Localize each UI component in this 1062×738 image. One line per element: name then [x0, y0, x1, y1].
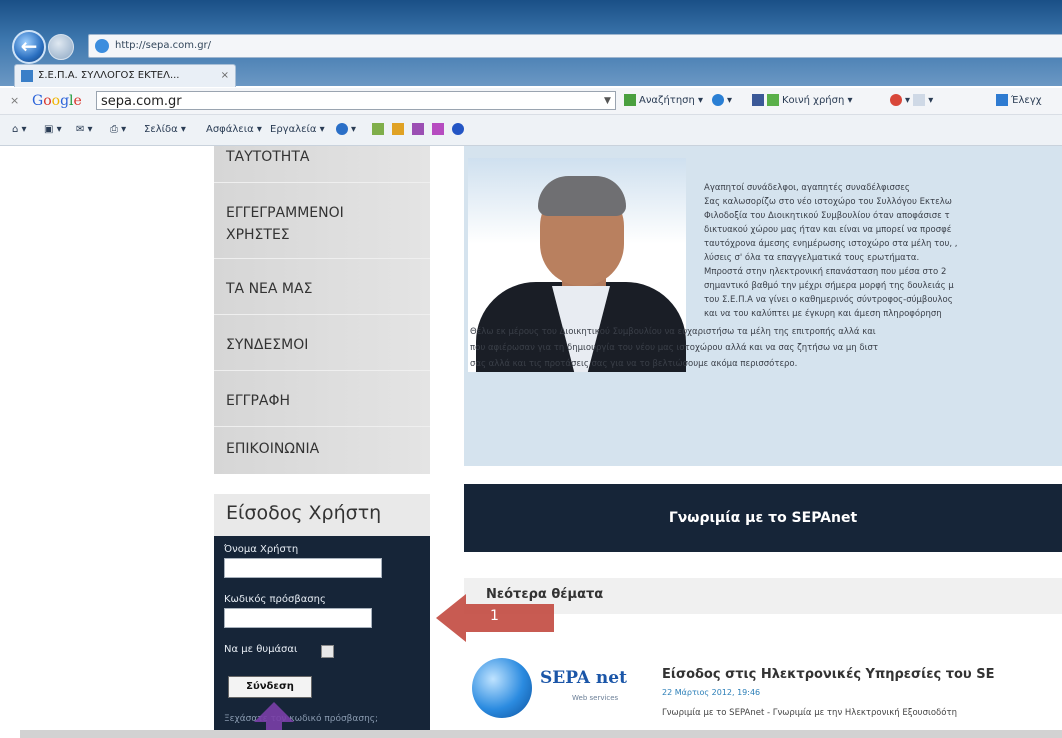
username-label: Όνομα Χρήστη — [224, 544, 299, 555]
google-logo: Google — [32, 93, 82, 109]
menu-item-identity[interactable]: ΤΑΥΤΟΤΗΤΑ — [226, 146, 309, 168]
welcome-line: Σας καλωσορίζω στο νέο ιστοχώρο του Συλλ… — [704, 197, 952, 207]
forgot-password-link[interactable]: Ξεχάσατε τον κωδικό πρόσβασης; — [224, 714, 378, 724]
globe-icon — [472, 658, 532, 718]
google-check-button[interactable]: Έλεγχ — [996, 88, 1041, 114]
snap-icon[interactable] — [432, 115, 447, 145]
browser-titlebar: ← http://sepa.com.gr/ Σ.Ε.Π.Α. ΣΥΛΛΟΓΟΣ … — [0, 0, 1062, 87]
menu-divider — [214, 258, 430, 259]
address-bar[interactable]: http://sepa.com.gr/ — [88, 34, 1062, 58]
spellcheck-icon — [996, 94, 1008, 106]
welcome-line: του Σ.Ε.Π.Α να γίνει ο καθημερινός σύντρ… — [704, 295, 953, 305]
web-page: ΤΑΥΤΟΤΗΤΑ ΕΓΓΕΓΡΑΜΜΕΝΟΙ ΧΡΗΣΤΕΣ ΤΑ ΝΕΑ Μ… — [0, 146, 1062, 738]
command-bar: ⌂ ▾ ▣ ▾ ✉ ▾ ⎙ ▾ Σελίδα ▾ Ασφάλεια ▾ Εργα… — [0, 115, 1062, 146]
safety-menu[interactable]: Ασφάλεια ▾ — [206, 115, 262, 145]
google-search-input[interactable]: sepa.com.gr — [96, 91, 616, 110]
news-date: 22 Μάρτιος 2012, 19:46 — [662, 688, 761, 697]
onenote-icon[interactable] — [412, 115, 427, 145]
mail-icon — [913, 94, 926, 106]
help-icon[interactable]: ▾ — [336, 115, 356, 145]
menu-item-users[interactable]: ΧΡΗΣΤΕΣ — [226, 224, 290, 246]
remember-label: Να με θυμάσαι — [224, 644, 298, 655]
bottom-overlay-bar — [20, 730, 1062, 738]
back-button[interactable]: ← — [12, 30, 46, 64]
ie-page-icon — [95, 39, 109, 53]
login-header: Είσοδος Χρήστη — [214, 494, 430, 536]
menu-item-news[interactable]: ΤΑ ΝΕΑ ΜΑΣ — [226, 278, 312, 300]
menu-item-links[interactable]: ΣΥΝΔΕΣΜΟΙ — [226, 334, 308, 356]
google-extra-button[interactable]: ▾ ▾ — [890, 88, 933, 114]
forward-button[interactable] — [48, 34, 74, 60]
menu-divider — [214, 182, 430, 183]
menu-divider — [214, 314, 430, 315]
tab-close-icon[interactable]: × — [221, 65, 229, 87]
annotation-arrow: 1 — [436, 594, 556, 642]
login-title: Είσοδος Χρήστη — [226, 502, 382, 524]
menu-divider — [214, 370, 430, 371]
login-form: Όνομα Χρήστη Κωδικός πρόσβασης Να με θυμ… — [214, 536, 430, 738]
welcome-line: λύσεις σ' όλα τα επαγγελματικά τους ερωτ… — [704, 253, 920, 263]
welcome-line: σας αλλά και τις προτάσεις σας για να το… — [470, 359, 798, 369]
diamond-icon — [712, 94, 724, 106]
sepanet-logo[interactable]: SEPA net Web services — [462, 656, 640, 722]
annotation-number: 1 — [490, 608, 499, 624]
facebook-icon — [752, 94, 764, 106]
password-label: Κωδικός πρόσβασης — [224, 594, 326, 605]
welcome-line: Φιλοδοξία του Διοικητικού Συμβουλίου ότα… — [704, 211, 950, 221]
welcome-line: και να του καλύπτει με έγκυρη και άμεση … — [704, 309, 942, 319]
welcome-line: Θέλω εκ μέρους του Διοικητικού Συμβουλίο… — [470, 327, 876, 337]
welcome-line: που αφιέρωσαν για τη δημιουργία του νέου… — [470, 343, 878, 353]
remember-checkbox[interactable] — [321, 645, 334, 658]
mail-icon[interactable]: ✉ ▾ — [76, 115, 93, 145]
news-description: Γνωριμία με το SEPAnet - Γνωριμία με την… — [662, 708, 957, 718]
block-icon — [890, 94, 902, 106]
addon-icon[interactable] — [372, 115, 387, 145]
welcome-line: Αγαπητοί συνάδελφοι, αγαπητές συναδέλφισ… — [704, 183, 910, 193]
president-photo — [468, 158, 686, 372]
search-icon — [624, 94, 636, 106]
google-share-button[interactable]: Κοινή χρήση ▾ — [752, 88, 853, 114]
tools-menu[interactable]: Εργαλεία ▾ — [270, 115, 325, 145]
page-menu[interactable]: Σελίδα ▾ — [144, 115, 186, 145]
google-toolbar: × Google sepa.com.gr ▼ Αναζήτηση ▾ ▾ Κοι… — [0, 88, 1062, 115]
sepanet-banner[interactable]: Γνωριμία με το SEPAnet — [464, 484, 1062, 552]
side-menu: ΤΑΥΤΟΤΗΤΑ ΕΓΓΕΓΡΑΜΜΕΝΟΙ ΧΡΗΣΤΕΣ ΤΑ ΝΕΑ Μ… — [214, 146, 430, 474]
tab-title: Σ.Ε.Π.Α. ΣΥΛΛΟΓΟΣ ΕΚΤΕΛ... — [38, 70, 180, 81]
logo-text: SEPA net — [540, 668, 627, 688]
arrow-left-icon: ← — [20, 34, 38, 58]
menu-item-contact[interactable]: ΕΠΙΚΟΙΝΩΝΙΑ — [226, 438, 319, 460]
welcome-line: Μπροστά στην ηλεκτρονική επανάσταση που … — [704, 267, 947, 277]
welcome-line: δικτυακού χώρου μας ήταν και είναι να μπ… — [704, 225, 952, 235]
logo-subtext: Web services — [572, 694, 619, 702]
news-title-link[interactable]: Είσοδος στις Ηλεκτρονικές Υπηρεσίες του … — [662, 667, 994, 682]
home-icon[interactable]: ⌂ ▾ — [12, 115, 27, 145]
address-url: http://sepa.com.gr/ — [115, 40, 212, 51]
share-icon — [767, 94, 779, 106]
menu-item-register[interactable]: ΕΓΓΡΑΦΗ — [226, 390, 290, 412]
browser-tab[interactable]: Σ.Ε.Π.Α. ΣΥΛΛΟΓΟΣ ΕΚΤΕΛ... × — [14, 64, 236, 87]
login-button[interactable]: Σύνδεση — [228, 676, 312, 698]
menu-item-registered[interactable]: ΕΓΓΕΓΡΑΜΜΕΝΟΙ — [226, 202, 344, 224]
bluetooth-icon[interactable] — [452, 115, 467, 145]
toolbar-close-icon[interactable]: × — [10, 88, 19, 114]
research-icon[interactable] — [392, 115, 407, 145]
menu-divider — [214, 426, 430, 427]
username-input[interactable] — [224, 558, 382, 578]
favicon-icon — [21, 70, 33, 82]
welcome-line: σημαντικό βαθμό την μέχρι σήμερα μορφή τ… — [704, 281, 954, 291]
password-input[interactable] — [224, 608, 372, 628]
google-options-button[interactable]: ▾ — [712, 88, 732, 114]
welcome-line: ταυτόχρονα άμεσης ενημέρωσης ιστοχώρο στ… — [704, 239, 958, 249]
feeds-icon[interactable]: ▣ ▾ — [44, 115, 62, 145]
google-search-button[interactable]: Αναζήτηση ▾ — [624, 88, 703, 114]
chevron-down-icon[interactable]: ▼ — [604, 88, 611, 114]
print-icon[interactable]: ⎙ ▾ — [110, 115, 126, 145]
